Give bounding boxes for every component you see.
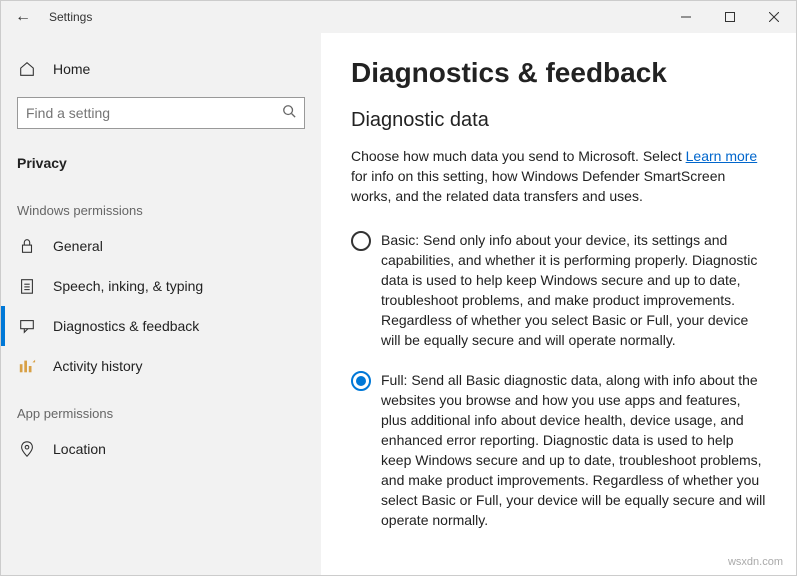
content-pane: Diagnostics & feedback Diagnostic data C… <box>321 33 796 575</box>
maximize-button[interactable] <box>708 1 752 33</box>
activity-icon <box>17 356 37 376</box>
radio-basic[interactable]: Basic: Send only info about your device,… <box>351 230 766 350</box>
section-windows-permissions: Windows permissions <box>1 183 321 226</box>
sidebar-item-diagnostics[interactable]: Diagnostics & feedback <box>1 306 321 346</box>
close-button[interactable] <box>752 1 796 33</box>
section-heading: Diagnostic data <box>351 109 766 132</box>
sidebar: Home Privacy Windows permissions General… <box>1 33 321 575</box>
search-input[interactable] <box>26 105 282 121</box>
search-icon <box>282 104 296 123</box>
sidebar-item-home[interactable]: Home <box>1 49 321 89</box>
sidebar-item-label: Activity history <box>53 358 142 374</box>
sidebar-item-label: Location <box>53 441 106 457</box>
radio-circle-icon <box>351 231 371 251</box>
clipboard-icon <box>17 276 37 296</box>
sidebar-item-location[interactable]: Location <box>1 429 321 469</box>
sidebar-item-activity[interactable]: Activity history <box>1 346 321 386</box>
watermark: wsxdn.com <box>728 556 783 568</box>
sidebar-item-label: Speech, inking, & typing <box>53 278 203 294</box>
home-icon <box>17 59 37 79</box>
title-bar: ← Settings <box>1 1 796 33</box>
radio-basic-label: Basic: Send only info about your device,… <box>381 230 766 350</box>
sidebar-item-label: General <box>53 238 103 254</box>
search-box[interactable] <box>17 97 305 129</box>
sidebar-category: Privacy <box>1 143 321 183</box>
radio-circle-selected-icon <box>351 371 371 391</box>
sidebar-item-general[interactable]: General <box>1 226 321 266</box>
learn-more-link[interactable]: Learn more <box>686 148 758 164</box>
section-app-permissions: App permissions <box>1 386 321 429</box>
feedback-icon <box>17 316 37 336</box>
lock-icon <box>17 236 37 256</box>
window-title: Settings <box>45 10 92 24</box>
sidebar-item-label: Home <box>53 61 90 77</box>
sidebar-item-speech[interactable]: Speech, inking, & typing <box>1 266 321 306</box>
minimize-button[interactable] <box>664 1 708 33</box>
radio-full[interactable]: Full: Send all Basic diagnostic data, al… <box>351 370 766 530</box>
location-icon <box>17 439 37 459</box>
back-button[interactable]: ← <box>1 8 45 26</box>
page-title: Diagnostics & feedback <box>351 57 766 89</box>
intro-text: Choose how much data you send to Microso… <box>351 146 766 206</box>
radio-full-label: Full: Send all Basic diagnostic data, al… <box>381 370 766 530</box>
sidebar-item-label: Diagnostics & feedback <box>53 318 199 334</box>
